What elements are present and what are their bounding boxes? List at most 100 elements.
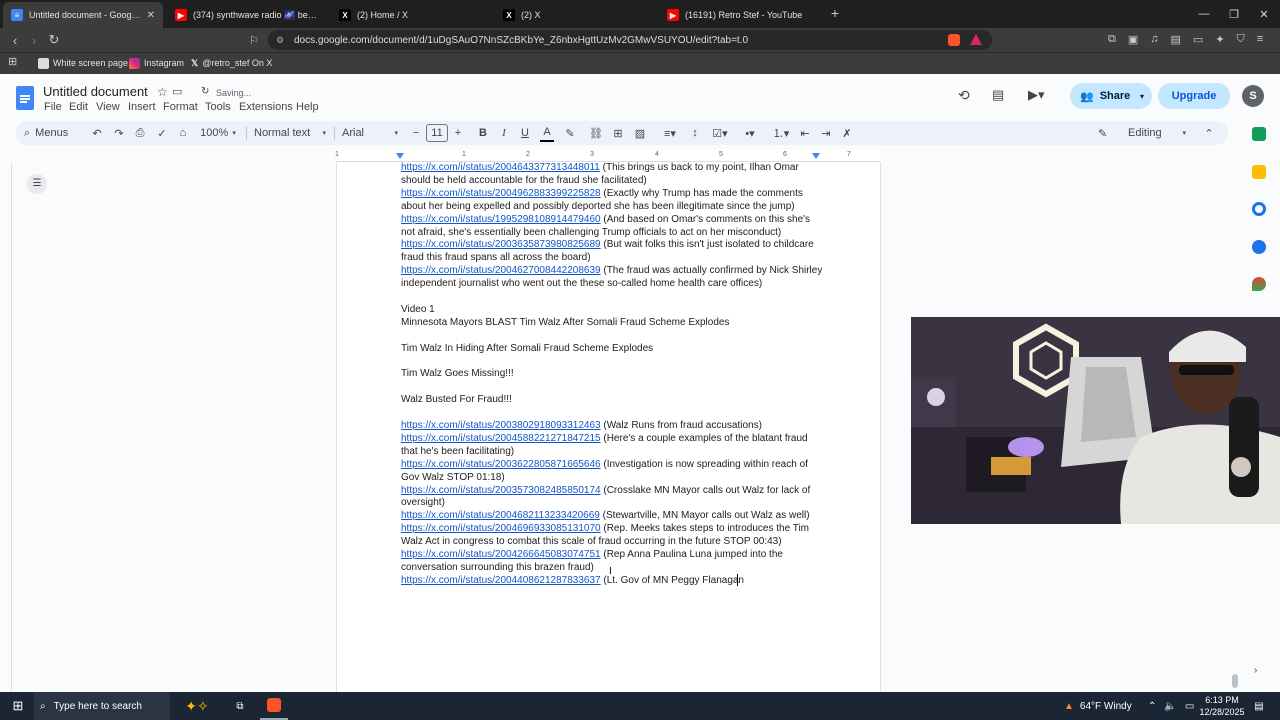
document-line[interactable]: https://x.com/i/status/20042666450830747… [401, 548, 783, 561]
print-icon[interactable]: ⎙ [133, 124, 147, 142]
document-line[interactable]: Walz Act in congress to combat this scal… [401, 535, 782, 548]
network-icon[interactable]: ▭ [1185, 701, 1194, 712]
tray-icons[interactable]: ⌃ 🔈 ▭ [1148, 692, 1194, 720]
paint-format-icon[interactable]: ⌂ [176, 124, 190, 142]
brave-taskbar-icon[interactable] [260, 692, 288, 720]
document-line[interactable]: Gov Walz STOP 01:18) [401, 471, 505, 484]
zoom-select[interactable]: 100% ▾ [196, 124, 240, 142]
tweet-link[interactable]: https://x.com/i/status/20042666450830747… [401, 549, 601, 560]
side-panel-toggle-icon[interactable]: › [1254, 665, 1257, 676]
tweet-link[interactable]: https://x.com/i/status/20046270084422086… [401, 265, 601, 276]
version-history-icon[interactable]: ⟲ [958, 87, 970, 104]
vpn-icon[interactable]: ⛉ [1237, 33, 1245, 47]
close-tab-icon[interactable]: ✕ [147, 10, 155, 21]
document-line[interactable]: https://x.com/i/status/20049628833992258… [401, 187, 803, 200]
menu-view[interactable]: View [96, 101, 120, 113]
tweet-link[interactable]: https://x.com/i/status/20046821132334206… [401, 510, 600, 521]
music-icon[interactable]: ♫ [1150, 33, 1158, 47]
browser-tab[interactable]: X (2) X [495, 2, 655, 28]
editing-mode-select[interactable]: ✎ Editing ▾ [1098, 124, 1186, 142]
browser-tab[interactable]: ▶ (374) synthwave radio 🌌 beats t [167, 2, 327, 28]
apps-grid-icon[interactable]: ⊞ [8, 56, 20, 68]
volume-icon[interactable]: 🔈 [1164, 701, 1176, 712]
sheets-icon[interactable] [1252, 127, 1266, 141]
menu-insert[interactable]: Insert [128, 101, 156, 113]
account-avatar[interactable]: S [1242, 85, 1264, 107]
italic-button[interactable]: I [497, 124, 511, 142]
line-spacing-icon[interactable]: ↕ [688, 124, 702, 142]
brave-shield-icon[interactable] [948, 34, 960, 46]
menu-help[interactable]: Help [296, 101, 319, 113]
align-icon[interactable]: ≡▾ [658, 124, 682, 142]
document-line[interactable]: that he's been facilitating) [401, 445, 514, 458]
move-folder-icon[interactable]: ▭ [172, 85, 182, 98]
screenshot-icon[interactable]: ▣ [1128, 33, 1138, 47]
document-line[interactable]: Tim Walz Goes Missing!!! [401, 367, 514, 380]
minimize-icon[interactable]: — [1188, 0, 1220, 28]
clock[interactable]: 6:13 PM 12/28/2025 [1196, 694, 1248, 718]
browser-tab[interactable]: ≡ Untitled document - Google Docs ✕ [3, 2, 163, 28]
font-select[interactable]: Arial ▾ [342, 124, 398, 142]
tasks-icon[interactable] [1252, 202, 1266, 216]
document-line[interactable]: https://x.com/i/status/20038029180933124… [401, 419, 762, 432]
upgrade-button[interactable]: Upgrade [1158, 83, 1230, 109]
document-line[interactable]: Minnesota Mayors BLAST Tim Walz After So… [401, 316, 729, 329]
tweet-link[interactable]: https://x.com/i/status/20046433773134480… [401, 162, 600, 173]
spellcheck-icon[interactable]: ✓ [155, 124, 169, 142]
document-line[interactable]: independent journalist who went out the … [401, 277, 762, 290]
close-window-icon[interactable]: ✕ [1248, 0, 1280, 28]
style-select[interactable]: Normal text ▾ [254, 124, 326, 142]
scrollbar-thumb[interactable] [1232, 674, 1238, 688]
hide-menus-icon[interactable]: ⌃ [1202, 124, 1216, 142]
numbered-list-icon[interactable]: ⒈▾ [768, 124, 794, 142]
tweet-link[interactable]: https://x.com/i/status/20038029180933124… [401, 420, 601, 431]
menu-format[interactable]: Format [163, 101, 198, 113]
document-line[interactable]: https://x.com/i/status/20046270084422086… [401, 264, 822, 277]
bookmark-icon[interactable]: ⚐ [244, 30, 264, 50]
add-comment-icon[interactable]: ⊞ [611, 124, 625, 142]
browser-extension-icons[interactable]: ⧉ ▣ ♫ ▤ ▭ ✦ ⛉ ≡ [1108, 33, 1273, 47]
tweet-link[interactable]: https://x.com/i/status/20035730824858501… [401, 485, 601, 496]
document-line[interactable]: fraud this fraud spans all across the bo… [401, 251, 591, 264]
back-icon[interactable]: ‹ [5, 30, 25, 50]
decrease-font-size-icon[interactable]: − [410, 124, 422, 142]
keep-icon[interactable] [1252, 165, 1266, 179]
copilot-sparkle-icon[interactable]: ✦✧ [180, 692, 214, 720]
share-dropdown-icon[interactable]: ▾ [1140, 92, 1144, 101]
share-button[interactable]: 👥 Share ▾ [1070, 83, 1152, 109]
highlight-icon[interactable]: ✎ [563, 124, 577, 142]
document-line[interactable]: conversation surrounding this brazen fra… [401, 561, 594, 574]
insert-image-icon[interactable]: ▨ [633, 124, 647, 142]
checklist-icon[interactable]: ☑▾ [708, 124, 732, 142]
document-line[interactable]: https://x.com/i/status/19952981089144794… [401, 213, 810, 226]
task-view-icon[interactable]: ⧉ [230, 692, 250, 720]
document-line[interactable]: https://x.com/i/status/20046969330851310… [401, 522, 809, 535]
meet-icon[interactable]: ▶▾ [1028, 87, 1045, 103]
contacts-icon[interactable] [1252, 240, 1266, 254]
leo-icon[interactable]: ✦ [1215, 33, 1224, 47]
right-indent-marker[interactable] [812, 153, 820, 159]
brave-rewards-icon[interactable] [970, 34, 982, 45]
increase-indent-icon[interactable]: ⇥ [819, 124, 833, 142]
menus-search[interactable]: ⌕ Menus [24, 124, 80, 142]
document-line[interactable]: about her being expelled and possibly de… [401, 200, 795, 213]
vertical-ruler[interactable] [2, 162, 12, 692]
link-icon[interactable]: ⛓ [589, 124, 603, 142]
bookmark-instagram[interactable]: Instagram [129, 55, 184, 71]
clear-formatting-icon[interactable]: ✗ [840, 124, 854, 142]
tweet-link[interactable]: https://x.com/i/status/20036228058716656… [401, 459, 601, 470]
document-line[interactable]: https://x.com/i/status/20035730824858501… [401, 484, 810, 497]
show-hidden-icon[interactable]: ⌃ [1148, 701, 1156, 712]
tweet-link[interactable]: https://x.com/i/status/20045882212718472… [401, 433, 601, 444]
document-line[interactable]: https://x.com/i/status/20046433773134480… [401, 161, 799, 174]
docs-logo-icon[interactable] [16, 86, 34, 110]
site-info-icon[interactable]: ⚙ [276, 35, 284, 46]
reload-icon[interactable]: ↻ [44, 30, 64, 50]
bullet-list-icon[interactable]: •▾ [738, 124, 762, 142]
star-icon[interactable]: ☆ [157, 85, 168, 99]
menu-extensions[interactable]: Extensions [239, 101, 293, 113]
document-line[interactable]: https://x.com/i/status/20036228058716656… [401, 458, 808, 471]
forward-icon[interactable]: › [24, 30, 44, 50]
tweet-link[interactable]: https://x.com/i/status/20046969330851310… [401, 523, 601, 534]
document-line[interactable]: should be held accountable for the fraud… [401, 174, 647, 187]
